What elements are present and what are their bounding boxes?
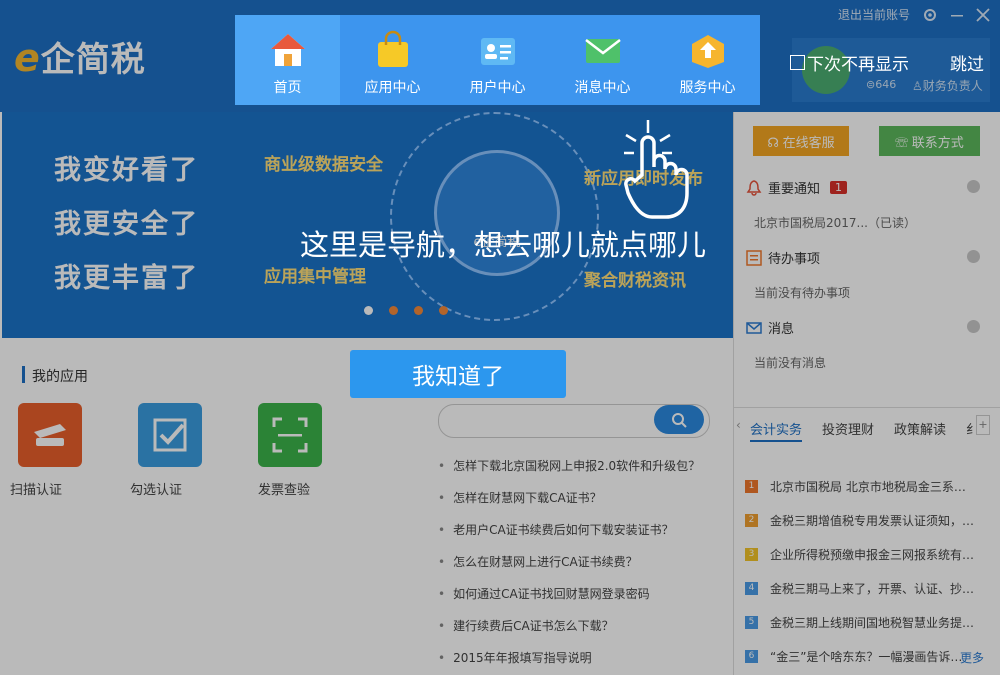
got-it-button[interactable]: 我知道了 (350, 350, 566, 398)
home-icon (270, 34, 305, 66)
envelope-icon (584, 39, 621, 63)
nav-item-service-center-highlight[interactable]: 服务中心 (655, 15, 760, 105)
nav-label: 用户中心 (469, 80, 526, 96)
skip-button[interactable]: 跳过 (950, 50, 984, 75)
nav-item-user-center-highlight[interactable]: 用户中心 (445, 15, 550, 105)
nav-highlight: 首页 应用中心 用户中心 消息中心 服务中心 (235, 15, 760, 105)
nav-label: 首页 (273, 80, 302, 96)
nav-label: 消息中心 (574, 80, 631, 96)
no-more-option[interactable]: 下次不再显示 (790, 50, 909, 75)
nav-item-app-center-highlight[interactable]: 应用中心 (340, 15, 445, 105)
nav-item-message-center-highlight[interactable]: 消息中心 (550, 15, 655, 105)
user-card-icon (480, 38, 515, 65)
nav-item-home-highlight[interactable]: 首页 (235, 15, 340, 105)
service-box-icon (691, 35, 724, 68)
nav-label: 应用中心 (364, 80, 421, 96)
guide-text: 这里是导航，想去哪儿就点哪儿 (300, 228, 707, 262)
no-more-checkbox[interactable] (790, 55, 805, 70)
nav-label: 服务中心 (679, 80, 736, 96)
no-more-label: 下次不再显示 (807, 55, 909, 75)
shopping-bag-icon (377, 30, 408, 67)
tap-hand-icon (624, 120, 689, 219)
